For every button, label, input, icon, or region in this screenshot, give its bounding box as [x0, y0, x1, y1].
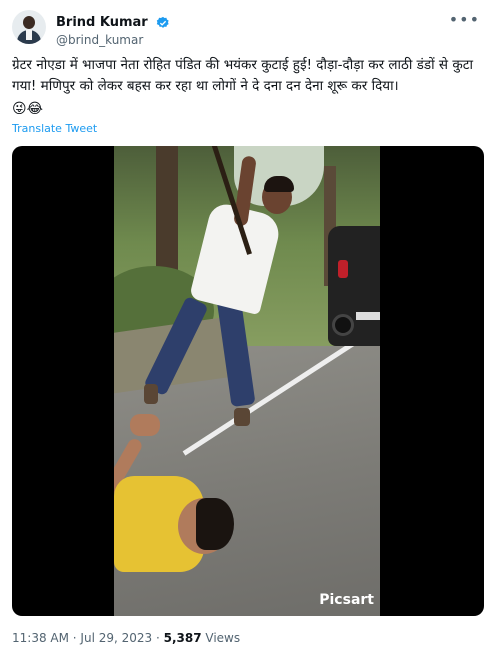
picsart-watermark: Picsart — [319, 592, 374, 608]
meta-separator: · — [68, 631, 81, 645]
avatar[interactable] — [12, 10, 46, 44]
views-count: 5,387 — [163, 631, 202, 645]
tweet-header: Brind Kumar @brind_kumar ••• — [12, 10, 484, 48]
tweet-date[interactable]: Jul 29, 2023 — [80, 631, 152, 645]
user-names: Brind Kumar @brind_kumar — [56, 12, 170, 48]
user-handle[interactable]: @brind_kumar — [56, 32, 170, 48]
meta-separator: · — [152, 631, 164, 645]
tweet-emojis: 😜😂 — [12, 101, 43, 117]
tweet-time[interactable]: 11:38 AM — [12, 631, 69, 645]
tweet-text: ग्रेटर नोएडा में भाजपा नेता रोहित पंडित … — [12, 57, 473, 94]
display-name[interactable]: Brind Kumar — [56, 15, 148, 31]
translate-tweet-link[interactable]: Translate Tweet — [12, 122, 97, 135]
verified-badge-icon — [156, 16, 169, 28]
more-options-icon[interactable]: ••• — [449, 10, 480, 29]
views-label: Views — [201, 631, 241, 645]
tweet-video[interactable]: Picsart — [12, 146, 484, 616]
tweet-meta: 11:38 AM · Jul 29, 2023 · 5,387 Views — [12, 630, 240, 646]
video-frame: Picsart — [114, 146, 380, 616]
